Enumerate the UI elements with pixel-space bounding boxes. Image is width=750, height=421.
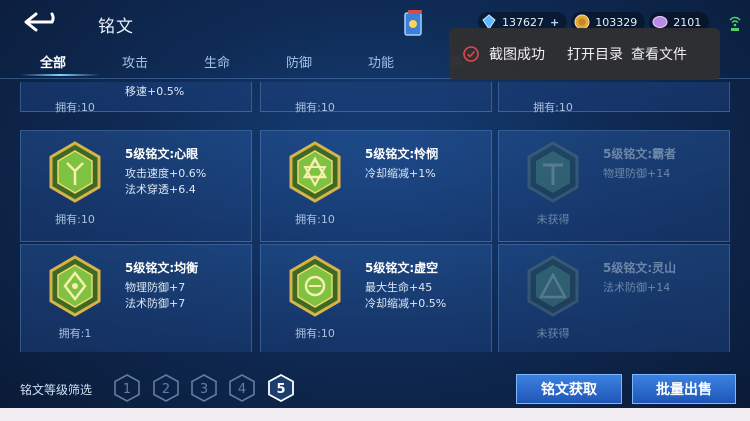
card-attr: 法术防御+14 xyxy=(603,281,671,294)
inscription-card-partial-2[interactable]: 拥有:10 xyxy=(260,82,492,114)
svg-text:3: 3 xyxy=(200,382,208,397)
level-filter-1[interactable]: 1 xyxy=(114,374,140,402)
level-filter-2[interactable]: 2 xyxy=(153,374,179,402)
acquire-inscription-button[interactable]: 铭文获取 xyxy=(516,374,622,404)
card-attr: 法术防御+7 xyxy=(125,297,186,310)
card-name: 5级铭文:霸者 xyxy=(603,147,677,161)
svg-text:2: 2 xyxy=(162,382,170,397)
category-tabs: 全部 攻击 生命 防御 功能 唤 xyxy=(20,52,470,80)
inscription-emblem-icon xyxy=(527,141,579,203)
tab-utility[interactable]: 功能 xyxy=(348,52,430,80)
wifi-icon xyxy=(729,16,741,31)
inscription-card-lianmin[interactable]: 拥有:10 5级铭文:怜悯 冷却缩减+1% xyxy=(260,130,492,242)
card-attr: 冷却缩减+1% xyxy=(365,167,436,180)
add-diamond-icon[interactable]: + xyxy=(550,16,559,29)
inscription-grid: 移速+0.5% 拥有:10 拥有:10 拥有:10 拥有:10 5级铭文:心眼 … xyxy=(0,82,750,352)
card-owned: 拥有:10 xyxy=(55,213,95,226)
card-owned: 拥有:10 xyxy=(295,101,335,114)
card-attr: 冷却缩减+0.5% xyxy=(365,297,447,310)
bottom-bar: 铭文等级筛选 1 2 3 4 5 铭文获取 批量出售 xyxy=(0,360,750,410)
inscription-card-junheng[interactable]: 拥有:1 5级铭文:均衡 物理防御+7 法术防御+7 xyxy=(20,244,252,352)
svg-text:4: 4 xyxy=(238,382,246,397)
card-attr: 攻击速度+0.6% xyxy=(125,167,207,180)
card-attr: 物理防御+14 xyxy=(603,167,671,180)
inscription-emblem-icon xyxy=(289,141,341,203)
inscription-card-xinyan[interactable]: 拥有:10 5级铭文:心眼 攻击速度+0.6% 法术穿透+6.4 xyxy=(20,130,252,242)
tab-health[interactable]: 生命 xyxy=(184,52,266,80)
back-arrow-icon[interactable] xyxy=(22,8,66,36)
inscription-card-lingshan[interactable]: 未获得 5级铭文:灵山 法术防御+14 xyxy=(498,244,730,352)
card-owned: 未获得 xyxy=(536,213,570,226)
card-name: 5级铭文:怜悯 xyxy=(365,147,439,161)
card-attr: 移速+0.5% xyxy=(125,85,185,98)
svg-text:5: 5 xyxy=(276,382,285,397)
inscription-card-xukong[interactable]: 拥有:10 5级铭文:虚空 最大生命+45 冷却缩减+0.5% xyxy=(260,244,492,352)
card-owned: 拥有:10 xyxy=(295,327,335,340)
inscription-set-icon[interactable] xyxy=(402,8,426,38)
inscription-emblem-icon xyxy=(49,255,101,317)
level-filter-5-selected[interactable]: 5 xyxy=(268,374,294,402)
bulk-sell-button[interactable]: 批量出售 xyxy=(632,374,736,404)
card-owned: 拥有:10 xyxy=(55,101,95,114)
card-name: 5级铭文:灵山 xyxy=(603,261,677,275)
crystal-value: 2101 xyxy=(673,15,702,29)
bottom-stripe xyxy=(0,408,750,421)
card-attr: 法术穿透+6.4 xyxy=(125,183,196,196)
inscription-emblem-icon xyxy=(289,255,341,317)
open-directory-link[interactable]: 打开目录 xyxy=(567,44,623,64)
inscription-emblem-icon xyxy=(527,255,579,317)
check-circle-icon xyxy=(463,46,479,62)
card-attr: 最大生命+45 xyxy=(365,281,433,294)
card-name: 5级铭文:心眼 xyxy=(125,147,199,161)
coin-value: 103329 xyxy=(595,15,638,29)
level-filter-3[interactable]: 3 xyxy=(191,374,217,402)
svg-text:1: 1 xyxy=(123,382,131,397)
card-owned: 拥有:10 xyxy=(295,213,335,226)
inscription-card-bazhe[interactable]: 未获得 5级铭文:霸者 物理防御+14 xyxy=(498,130,730,242)
level-filter-label: 铭文等级筛选 xyxy=(20,383,93,397)
inscription-card-partial-1[interactable]: 移速+0.5% 拥有:10 xyxy=(20,82,252,114)
card-owned: 拥有:10 xyxy=(533,101,573,114)
tab-all[interactable]: 全部 xyxy=(20,52,102,80)
screenshot-toast: 截图成功 打开目录 查看文件 xyxy=(449,28,720,80)
inscription-card-partial-3[interactable]: 拥有:10 xyxy=(498,82,730,114)
card-name: 5级铭文:均衡 xyxy=(125,261,199,275)
card-attr: 物理防御+7 xyxy=(125,281,186,294)
card-name: 5级铭文:虚空 xyxy=(365,261,439,275)
level-filter-4[interactable]: 4 xyxy=(229,374,255,402)
diamond-value: 137627 xyxy=(502,15,544,29)
view-file-link[interactable]: 查看文件 xyxy=(631,44,687,64)
toast-message: 截图成功 xyxy=(489,47,545,63)
tab-attack[interactable]: 攻击 xyxy=(102,52,184,80)
card-owned: 未获得 xyxy=(536,327,570,340)
card-owned: 拥有:1 xyxy=(58,327,92,340)
inscription-emblem-icon xyxy=(49,141,101,203)
tab-defense[interactable]: 防御 xyxy=(266,52,348,80)
page-title: 铭文 xyxy=(98,17,134,37)
